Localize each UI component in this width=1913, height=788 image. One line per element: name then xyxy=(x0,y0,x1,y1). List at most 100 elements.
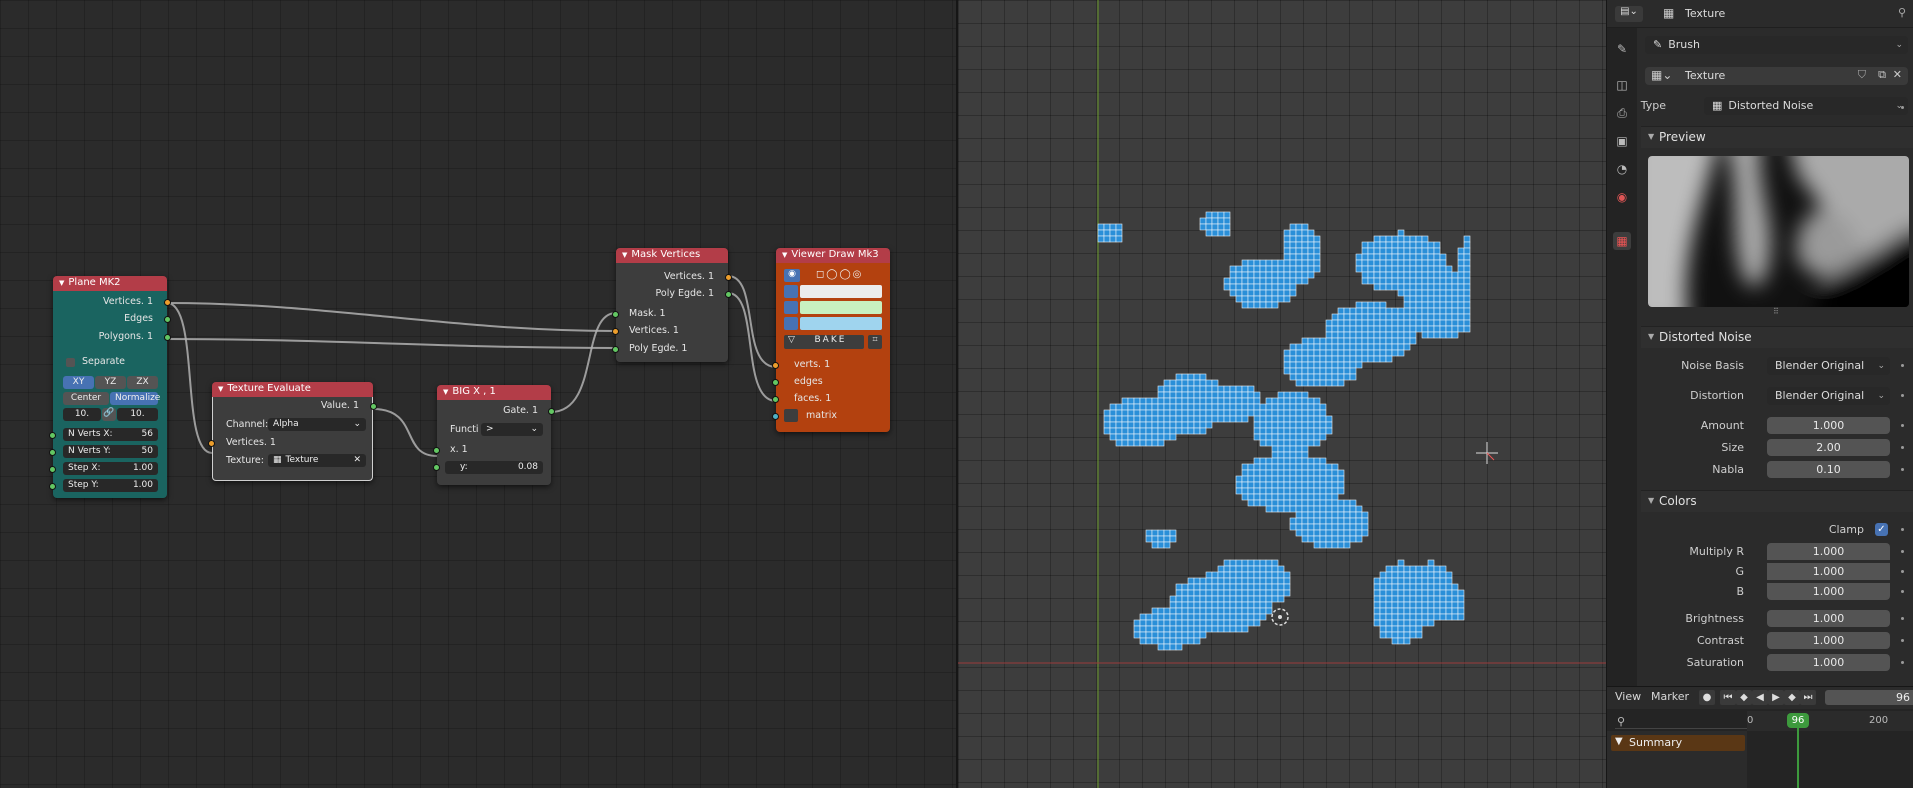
input-socket[interactable] xyxy=(49,449,56,456)
vertex-color-icon[interactable] xyxy=(784,285,798,298)
input-socket[interactable] xyxy=(772,362,779,369)
step-x-field[interactable]: Step X: 1.00 xyxy=(63,462,158,475)
next-keyframe-icon[interactable]: ◆ xyxy=(1784,690,1800,705)
output-socket[interactable] xyxy=(164,299,171,306)
jump-start-icon[interactable]: ⏮ xyxy=(1720,690,1736,705)
view-menu[interactable]: View xyxy=(1615,687,1641,707)
center-button[interactable]: Center xyxy=(63,392,109,405)
output-socket[interactable] xyxy=(370,403,377,410)
keyframe-dot[interactable] xyxy=(1901,550,1904,553)
output-socket[interactable] xyxy=(548,408,555,415)
input-socket[interactable] xyxy=(612,346,619,353)
node-header[interactable]: ▼ Plane MK2 xyxy=(53,276,167,291)
keyframe-dot[interactable] xyxy=(1901,424,1904,427)
world-tab-icon[interactable]: ◉ xyxy=(1613,188,1631,206)
texture-datablock[interactable]: ▦⌄ Texture ⛉ ⧉ ✕ xyxy=(1645,67,1908,85)
keyframe-dot[interactable] xyxy=(1901,394,1904,397)
play-icon[interactable]: ▶ xyxy=(1768,690,1784,705)
vertex-color-swatch[interactable] xyxy=(800,285,882,298)
close-icon[interactable]: ✕ xyxy=(1893,68,1902,81)
distorted-noise-panel-header[interactable]: ▼ Distorted Noise xyxy=(1641,326,1913,348)
pin-icon[interactable]: ⚲ xyxy=(1898,6,1906,19)
playhead-label[interactable]: 96 xyxy=(1787,713,1809,728)
resize-handle[interactable]: ⠿ xyxy=(1773,307,1779,316)
marker-menu[interactable]: Marker xyxy=(1651,687,1689,707)
keyframe-dot[interactable] xyxy=(1901,661,1904,664)
node-header[interactable]: ▼ BIG X , 1 xyxy=(437,385,551,400)
face-color-icon[interactable] xyxy=(784,317,798,330)
dim-y-field[interactable]: 10. xyxy=(117,408,158,421)
channel-select[interactable]: Alpha ⌄ xyxy=(268,418,366,431)
big-x-node[interactable]: ▼ BIG X , 1 Gate. 1 Functi > ⌄ x. 1 y: 0.08 xyxy=(433,385,555,485)
render-tab-icon[interactable]: ◫ xyxy=(1613,76,1631,94)
colors-panel-header[interactable]: ▼ Colors xyxy=(1641,490,1913,512)
input-socket[interactable] xyxy=(49,483,56,490)
g-field[interactable]: 1.000 xyxy=(1767,563,1890,580)
input-socket[interactable] xyxy=(612,311,619,318)
current-frame-field[interactable]: 96 xyxy=(1825,690,1913,705)
type-select[interactable]: ▦ Distorted Noise ⌄ xyxy=(1704,97,1908,115)
y-field[interactable]: y: 0.08 xyxy=(445,461,543,474)
input-socket[interactable] xyxy=(49,432,56,439)
mask-vertices-node[interactable]: ▼ Mask Vertices Vertices. 1 Poly Egde. 1 … xyxy=(612,248,732,362)
amount-field[interactable]: 1.000 xyxy=(1767,417,1890,434)
keyframe-dot[interactable] xyxy=(1901,364,1904,367)
plane-xy-button[interactable]: XY xyxy=(63,376,94,389)
plane-zx-button[interactable]: ZX xyxy=(127,376,158,389)
tool-tab-icon[interactable]: ✎ xyxy=(1613,40,1631,58)
saturation-field[interactable]: 1.000 xyxy=(1767,654,1890,671)
n-verts-y-field[interactable]: N Verts Y: 50 xyxy=(63,445,158,458)
output-socket[interactable] xyxy=(164,316,171,323)
clamp-checkbox[interactable]: ✓ xyxy=(1875,523,1888,536)
viewer-draw-node[interactable]: ▼ Viewer Draw Mk3 ◉ ◻◯◯◎ ▽ BAKE ⌗ verts. 1… xyxy=(772,248,890,432)
keyframe-dot[interactable] xyxy=(1901,106,1904,109)
input-socket[interactable] xyxy=(772,379,779,386)
keyframe-dot[interactable] xyxy=(1901,639,1904,642)
link-icon[interactable]: 🔗 xyxy=(102,408,116,421)
texture-name-field[interactable]: Texture xyxy=(1685,69,1725,82)
output-socket[interactable] xyxy=(725,274,732,281)
brightness-field[interactable]: 1.000 xyxy=(1767,610,1890,627)
keyframe-dot[interactable] xyxy=(1901,446,1904,449)
timeline-editor[interactable]: View Marker ● ⏮ ◆ ◀ ▶ ◆ ⏭ 96 ⚲ 0 96 200 … xyxy=(1606,686,1913,788)
output-socket[interactable] xyxy=(725,291,732,298)
duplicate-icon[interactable]: ⧉ xyxy=(1878,68,1886,82)
viewer-settings-icon[interactable]: ⌗ xyxy=(868,335,882,349)
node-editor[interactable]: ▼ Plane MK2 Vertices. 1 Edges Polygons. 1… xyxy=(0,0,956,788)
separate-checkbox[interactable] xyxy=(66,358,75,367)
scene-tab-icon[interactable]: ◔ xyxy=(1613,160,1631,178)
brush-select[interactable]: ✎ Brush ⌄ xyxy=(1645,36,1908,54)
dim-x-field[interactable]: 10. xyxy=(63,408,101,421)
summary-row[interactable]: ▼ Summary xyxy=(1611,735,1745,751)
keyframe-dot[interactable] xyxy=(1901,590,1904,593)
step-y-field[interactable]: Step Y: 1.00 xyxy=(63,479,158,492)
fake-user-icon[interactable]: ⛉ xyxy=(1858,68,1866,82)
frame-ruler[interactable] xyxy=(1747,711,1913,731)
b-field[interactable]: 1.000 xyxy=(1767,583,1890,600)
node-header[interactable]: ▼ Viewer Draw Mk3 xyxy=(776,248,890,263)
function-select[interactable]: > ⌄ xyxy=(481,423,543,436)
bake-button[interactable]: ▽ BAKE xyxy=(784,335,864,349)
normalize-button[interactable]: Normalize xyxy=(110,392,160,405)
view-layer-tab-icon[interactable]: ▣ xyxy=(1613,132,1631,150)
input-socket[interactable] xyxy=(49,466,56,473)
nabla-field[interactable]: 0.10 xyxy=(1767,461,1890,478)
plane-yz-button[interactable]: YZ xyxy=(95,376,126,389)
editor-type-icon[interactable]: ▤⌄ xyxy=(1615,6,1643,22)
distortion-select[interactable]: Blender Original ⌄ xyxy=(1767,387,1890,405)
keyframe-dot[interactable] xyxy=(1901,617,1904,620)
input-socket[interactable] xyxy=(208,440,215,447)
input-socket[interactable] xyxy=(772,396,779,403)
texture-evaluate-node[interactable]: ▼ Texture Evaluate Value. 1 Channel: Alph… xyxy=(208,382,377,481)
keyframe-dot[interactable] xyxy=(1901,570,1904,573)
3d-viewport[interactable] xyxy=(958,0,1606,788)
input-socket[interactable] xyxy=(433,447,440,454)
texture-field[interactable]: ▦ Texture ✕ xyxy=(268,454,366,467)
preview-panel-header[interactable]: ▼ Preview xyxy=(1641,126,1913,148)
node-header[interactable]: ▼ Texture Evaluate xyxy=(212,382,373,397)
noise-basis-select[interactable]: Blender Original ⌄ xyxy=(1767,357,1890,375)
eye-icon[interactable]: ◉ xyxy=(784,269,800,282)
node-header[interactable]: ▼ Mask Vertices xyxy=(616,248,728,263)
keyframe-dot[interactable] xyxy=(1901,468,1904,471)
properties-editor[interactable]: ▤⌄ ▦ Texture ⚲ ✎ ◫ ⎙ ▣ ◔ ◉ ▦ ✎ Brush ⌄ ▦⌄ … xyxy=(1606,0,1913,686)
